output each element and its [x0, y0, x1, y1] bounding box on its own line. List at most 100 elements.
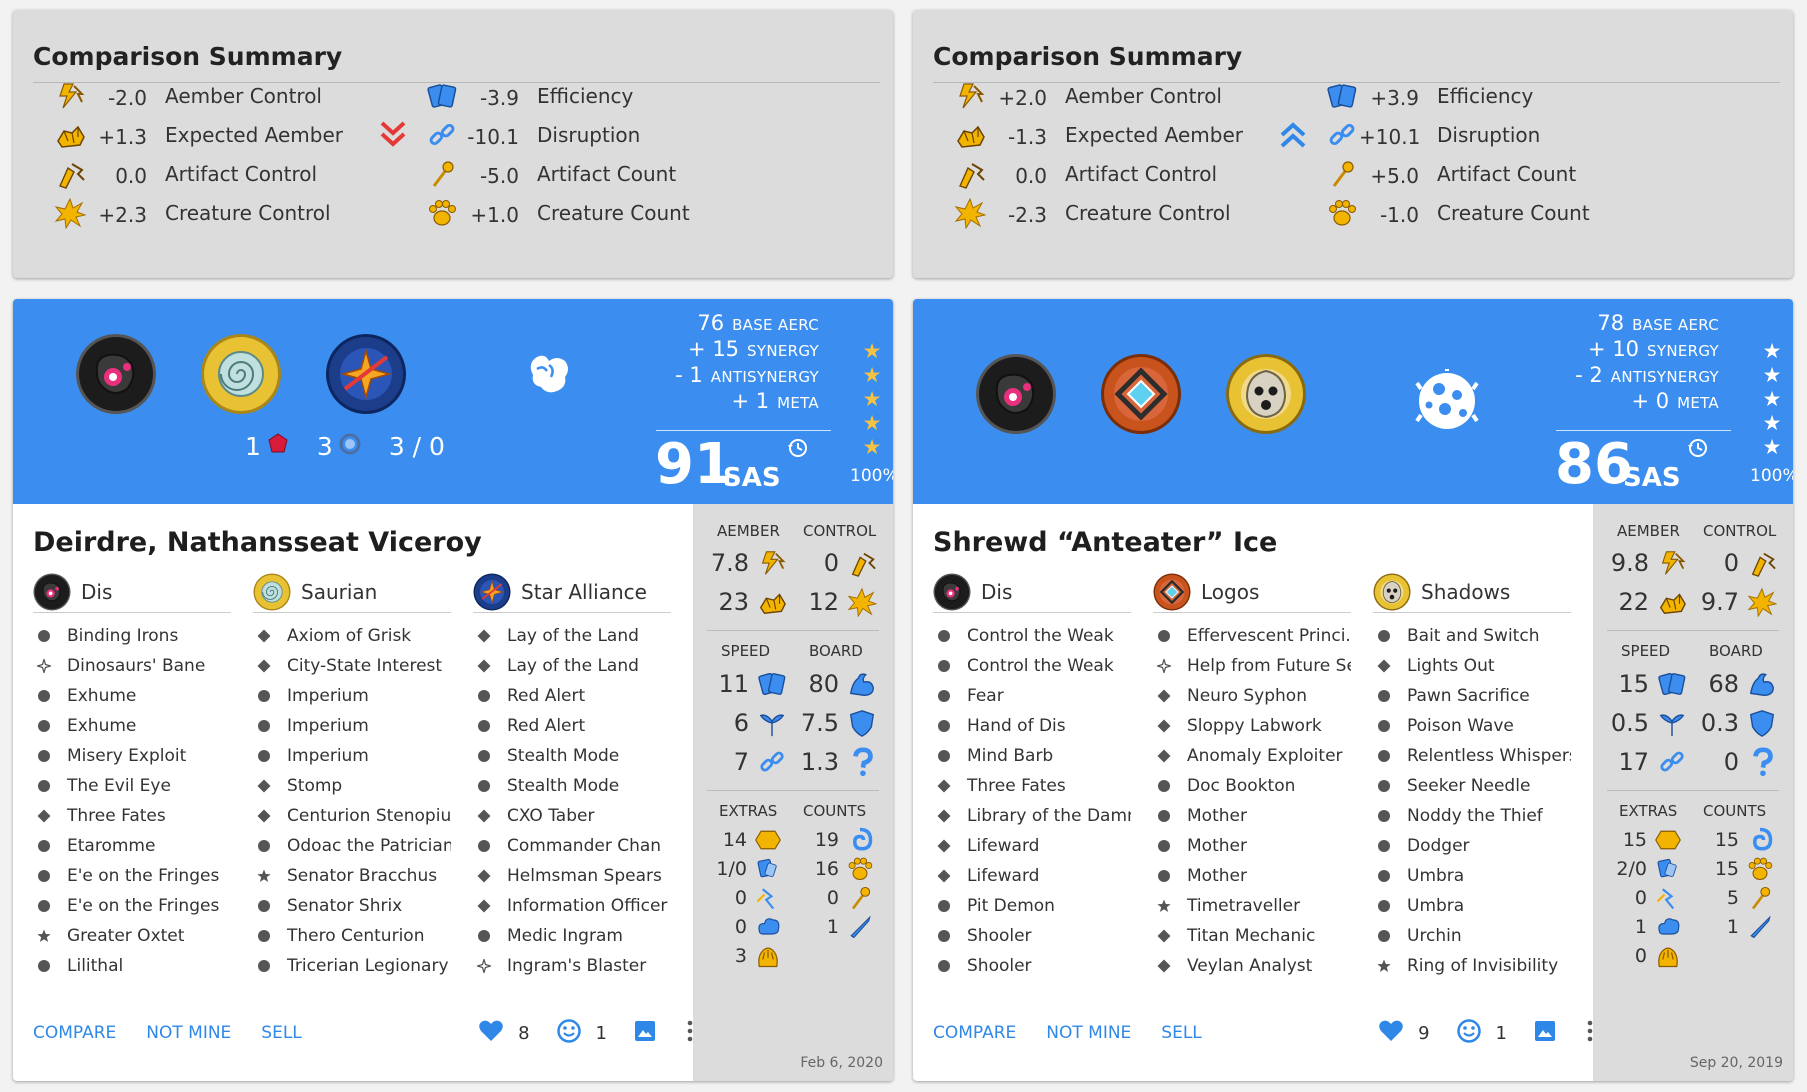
count-stat-4: 1: [1685, 912, 1775, 942]
card-list-item[interactable]: Three Fates: [933, 771, 1131, 801]
card-list-item[interactable]: Mother: [1153, 861, 1351, 891]
card-list-item[interactable]: Noddy the Thief: [1373, 801, 1571, 831]
card-list-item[interactable]: Help from Future Self: [1153, 651, 1351, 681]
card-list-item[interactable]: E'e on the Fringes: [33, 861, 231, 891]
card-list-item[interactable]: Axiom of Grisk: [253, 621, 451, 651]
compare-button[interactable]: COMPARE: [933, 1023, 1016, 1043]
not-mine-button[interactable]: NOT MINE: [146, 1023, 231, 1043]
card-list-item[interactable]: Red Alert: [473, 681, 671, 711]
stat-value: 15: [1714, 858, 1739, 880]
card-list-item[interactable]: CXO Taber: [473, 801, 671, 831]
card-list-item[interactable]: Umbra: [1373, 891, 1571, 921]
card-list-item[interactable]: Sloppy Labwork: [1153, 711, 1351, 741]
card-list-item[interactable]: Pit Demon: [933, 891, 1131, 921]
heart-icon[interactable]: [478, 1019, 504, 1047]
card-list-item[interactable]: Stealth Mode: [473, 741, 671, 771]
card-list-item[interactable]: Medic Ingram: [473, 921, 671, 951]
aember-header: AEMBER: [1617, 522, 1680, 540]
card-list-item[interactable]: Tricerian Legionary: [253, 951, 451, 981]
card-list-item[interactable]: Senator Bracchus: [253, 861, 451, 891]
card-list-item[interactable]: Stealth Mode: [473, 771, 671, 801]
card-list-item[interactable]: Helmsman Spears: [473, 861, 671, 891]
card-list-item[interactable]: Ingram's Blaster: [473, 951, 671, 981]
card-list-item[interactable]: Anomaly Exploiter: [1153, 741, 1351, 771]
card-list-item[interactable]: Imperium: [253, 681, 451, 711]
star-icon: ★: [862, 363, 882, 387]
card-list-item[interactable]: Neuro Syphon: [1153, 681, 1351, 711]
card-list-item[interactable]: Fear: [933, 681, 1131, 711]
card-list-item[interactable]: Pawn Sacrifice: [1373, 681, 1571, 711]
card-list-item[interactable]: City-State Interest: [253, 651, 451, 681]
card-list-item[interactable]: Odoac the Patrician: [253, 831, 451, 861]
card-list-item[interactable]: Effervescent Princi...: [1153, 621, 1351, 651]
card-list-item[interactable]: Ring of Invisibility: [1373, 951, 1571, 981]
card-list-item[interactable]: Bait and Switch: [1373, 621, 1571, 651]
summary-row-disruption: +10.1 Disruption: [1280, 115, 1540, 155]
card-list-item[interactable]: Doc Bookton: [1153, 771, 1351, 801]
card-list-item[interactable]: The Evil Eye: [33, 771, 231, 801]
card-list-item[interactable]: Stomp: [253, 771, 451, 801]
funny-icon[interactable]: [556, 1018, 582, 1048]
card-list-item[interactable]: Misery Exploit: [33, 741, 231, 771]
sell-button[interactable]: SELL: [1161, 1023, 1201, 1043]
card-list-item[interactable]: Lifeward: [933, 861, 1131, 891]
card-list-item[interactable]: Thero Centurion: [253, 921, 451, 951]
card-list-item[interactable]: Lay of the Land: [473, 651, 671, 681]
card-list-item[interactable]: Centurion Stenopius: [253, 801, 451, 831]
deck-name[interactable]: Shrewd “Anteater” Ice: [933, 527, 1277, 558]
card-list-item[interactable]: Timetraveller: [1153, 891, 1351, 921]
history-icon[interactable]: [787, 437, 809, 463]
card-list-item[interactable]: Greater Oxtet: [33, 921, 231, 951]
card-list-item[interactable]: Poison Wave: [1373, 711, 1571, 741]
card-list-item[interactable]: Three Fates: [33, 801, 231, 831]
card-list-item[interactable]: Exhume: [33, 681, 231, 711]
card-list-item[interactable]: Umbra: [1373, 861, 1571, 891]
heart-icon[interactable]: [1378, 1019, 1404, 1047]
card-name: Odoac the Patrician: [287, 836, 451, 856]
card-list-item[interactable]: Control the Weak: [933, 651, 1131, 681]
card-list-item[interactable]: Imperium: [253, 741, 451, 771]
card-list-item[interactable]: Commander Chan: [473, 831, 671, 861]
card-list-item[interactable]: Lifeward: [933, 831, 1131, 861]
card-list-item[interactable]: Senator Shrix: [253, 891, 451, 921]
card-list-item[interactable]: Lilithal: [33, 951, 231, 981]
card-list-item[interactable]: Binding Irons: [33, 621, 231, 651]
card-list-item[interactable]: Shooler: [933, 921, 1131, 951]
card-list-item[interactable]: Relentless Whispers: [1373, 741, 1571, 771]
card-list-item[interactable]: Shooler: [933, 951, 1131, 981]
card-list-item[interactable]: Dinosaurs' Bane: [33, 651, 231, 681]
card-list-item[interactable]: Mind Barb: [933, 741, 1131, 771]
sell-button[interactable]: SELL: [261, 1023, 301, 1043]
card-name: Stealth Mode: [507, 746, 620, 766]
card-list-item[interactable]: Dodger: [1373, 831, 1571, 861]
card-list-item[interactable]: Hand of Dis: [933, 711, 1131, 741]
funny-icon[interactable]: [1456, 1018, 1482, 1048]
card-list-item[interactable]: Lights Out: [1373, 651, 1571, 681]
stats-divider: [1607, 630, 1779, 631]
stat-value: 0: [1634, 887, 1647, 909]
summary-value: -2.0: [107, 86, 147, 110]
card-list-item[interactable]: Mother: [1153, 801, 1351, 831]
card-list-item[interactable]: Veylan Analyst: [1153, 951, 1351, 981]
card-list-item[interactable]: Lay of the Land: [473, 621, 671, 651]
card-list-item[interactable]: Exhume: [33, 711, 231, 741]
card-list-item[interactable]: E'e on the Fringes: [33, 891, 231, 921]
card-list-item[interactable]: Etaromme: [33, 831, 231, 861]
card-list-item[interactable]: Urchin: [1373, 921, 1571, 951]
history-icon[interactable]: [1687, 437, 1709, 463]
card-list-item[interactable]: Library of the Damn...: [933, 801, 1131, 831]
compare-button[interactable]: COMPARE: [33, 1023, 116, 1043]
card-list-item[interactable]: Seeker Needle: [1373, 771, 1571, 801]
card-list-item[interactable]: Control the Weak: [933, 621, 1131, 651]
deck-name[interactable]: Deirdre, Nathansseat Viceroy: [33, 527, 482, 558]
card-list-item[interactable]: Imperium: [253, 711, 451, 741]
card-list-item[interactable]: Titan Mechanic: [1153, 921, 1351, 951]
card-list-item[interactable]: Information Officer ...: [473, 891, 671, 921]
not-mine-button[interactable]: NOT MINE: [1046, 1023, 1131, 1043]
image-icon[interactable]: [633, 1019, 657, 1047]
image-icon[interactable]: [1533, 1019, 1557, 1047]
likes-count: 8: [518, 1022, 530, 1044]
card-list-item[interactable]: Mother: [1153, 831, 1351, 861]
card-list-item[interactable]: Red Alert: [473, 711, 671, 741]
card-name: The Evil Eye: [67, 776, 171, 796]
